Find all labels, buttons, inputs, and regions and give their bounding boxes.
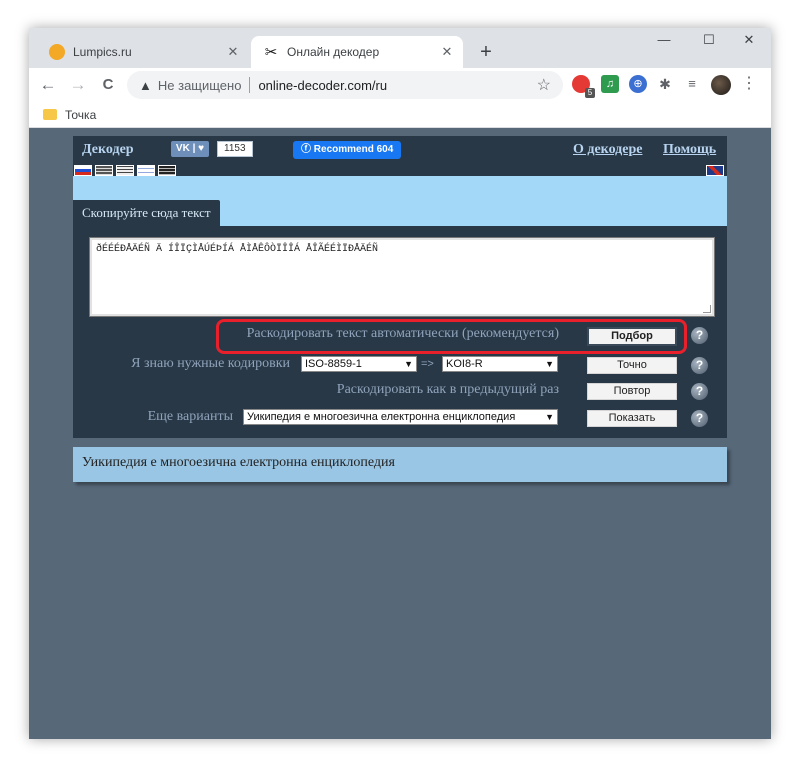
about-link[interactable]: О декодере <box>573 142 642 158</box>
help-icon[interactable]: ? <box>691 357 708 374</box>
url-text[interactable]: online-decoder.com/ru <box>258 78 387 93</box>
target-encoding-value: KOI8-R <box>446 358 483 370</box>
extension-globe-icon[interactable]: ⊕ <box>629 75 647 93</box>
variants-label: Еще варианты <box>147 409 233 424</box>
variants-row: Еще варианты Уикипедия е многоезична еле… <box>73 409 727 431</box>
flag-icon[interactable] <box>116 165 134 176</box>
security-label[interactable]: Не защищено <box>158 78 242 93</box>
folder-icon <box>43 109 57 120</box>
extension-red-icon[interactable]: 5 <box>572 75 595 98</box>
extension-green-icon[interactable]: ♫ <box>601 75 619 93</box>
new-tab-button[interactable]: + <box>475 41 497 64</box>
target-encoding-select[interactable]: KOI8-R ▼ <box>442 356 558 372</box>
flag-il-icon[interactable] <box>137 165 155 176</box>
manual-encoding-row: Я знаю нужные кодировки ISO-8859-1 ▼ => … <box>73 356 727 378</box>
help-icon[interactable]: ? <box>691 410 708 427</box>
arrow-text: => <box>421 358 434 370</box>
back-button[interactable]: ← <box>37 73 59 97</box>
close-icon[interactable]: ✕ <box>439 44 455 60</box>
tab-decoder[interactable]: ✂ Онлайн декодер ✕ <box>251 36 463 68</box>
close-icon[interactable]: ✕ <box>225 44 241 60</box>
page-content: Декодер VK | ♥ 1153 ⓕ Recommend 604 О де… <box>29 129 771 739</box>
avatar[interactable] <box>711 75 731 95</box>
repeat-button[interactable]: Повтор <box>587 383 677 400</box>
manual-encoding-label: Я знаю нужные кодировки <box>131 356 290 371</box>
variants-value: Уикипедия е многоезична електронна енцик… <box>247 411 516 423</box>
maximize-button[interactable]: ☐ <box>694 32 724 48</box>
bookmark-star-icon[interactable]: ☆ <box>537 75 551 95</box>
repeat-label: Раскодировать как в предыдущий раз <box>336 382 559 397</box>
media-icon[interactable]: ≡ <box>683 75 701 93</box>
copy-text-tab[interactable]: Скопируйте сюда текст <box>73 200 220 226</box>
facebook-recommend-label: Recommend 604 <box>313 144 394 155</box>
resize-handle-icon[interactable] <box>703 305 711 313</box>
flag-icon[interactable] <box>158 165 176 176</box>
bookmarks-bar: Точка <box>29 102 771 128</box>
forward-button[interactable]: → <box>67 73 89 97</box>
lumpics-icon <box>49 44 65 60</box>
menu-icon[interactable]: ⋮ <box>741 73 757 93</box>
variants-select[interactable]: Уикипедия е многоезична електронна енцик… <box>243 409 558 425</box>
decoder-icon: ✂ <box>264 44 278 61</box>
vk-like-count: 1153 <box>217 141 253 157</box>
tab-title: Онлайн декодер <box>287 45 380 59</box>
tab-strip: Lumpics.ru ✕ ✂ Онлайн декодер ✕ + — ☐ ✕ <box>29 28 771 68</box>
tab-lumpics[interactable]: Lumpics.ru ✕ <box>37 36 249 68</box>
flag-uk-icon[interactable] <box>706 165 724 176</box>
help-icon[interactable]: ? <box>691 327 708 344</box>
decoder-header: Декодер VK | ♥ 1153 ⓕ Recommend 604 О де… <box>73 136 727 164</box>
bookmark-tochka[interactable]: Точка <box>65 108 96 122</box>
flag-ru-icon[interactable] <box>74 165 92 176</box>
highlight-frame <box>216 319 687 354</box>
reload-button[interactable]: C <box>97 73 119 97</box>
chevron-down-icon: ▼ <box>545 412 554 422</box>
divider <box>249 77 251 93</box>
browser-window: Lumpics.ru ✕ ✂ Онлайн декодер ✕ + — ☐ ✕ … <box>29 28 771 739</box>
minimize-button[interactable]: — <box>649 32 679 47</box>
flag-icon[interactable] <box>95 165 113 176</box>
result-text: Уикипедия е многоезична електронна енцик… <box>82 455 395 470</box>
input-textarea[interactable]: ðÉÉÉÐÅÄÉÑ Ä ÍÎÏÇÌÅÚÉÞÍÁ ÅÌÅÊÔÒÏÎÎÁ ÅÎÃÉÉ… <box>89 237 715 317</box>
repeat-row: Раскодировать как в предыдущий раз Повто… <box>73 382 727 404</box>
result-box: Уикипедия е многоезична електронна енцик… <box>73 447 727 482</box>
address-bar[interactable]: ▲ Не защищено online-decoder.com/ru ☆ <box>127 71 563 99</box>
tab-title: Lumpics.ru <box>73 45 132 59</box>
source-encoding-select[interactable]: ISO-8859-1 ▼ <box>301 356 417 372</box>
extension-badge: 5 <box>585 88 595 98</box>
exact-button[interactable]: Точно <box>587 357 677 374</box>
facebook-recommend-button[interactable]: ⓕ Recommend 604 <box>293 141 402 159</box>
brand-title[interactable]: Декодер <box>82 142 134 158</box>
chevron-down-icon: ▼ <box>545 359 554 369</box>
source-encoding-value: ISO-8859-1 <box>305 358 362 370</box>
language-flags <box>73 164 727 176</box>
browser-toolbar: ← → C ▲ Не защищено online-decoder.com/r… <box>29 68 771 102</box>
decoder-panel: Декодер VK | ♥ 1153 ⓕ Recommend 604 О де… <box>73 136 727 438</box>
close-window-button[interactable]: ✕ <box>734 32 764 48</box>
puzzle-icon[interactable]: ✱ <box>656 75 674 93</box>
chevron-down-icon: ▼ <box>404 359 413 369</box>
help-icon[interactable]: ? <box>691 383 708 400</box>
vk-like-button[interactable]: VK | ♥ <box>171 141 209 157</box>
input-text: ðÉÉÉÐÅÄÉÑ Ä ÍÎÏÇÌÅÚÉÞÍÁ ÅÌÅÊÔÒÏÎÎÁ ÅÎÃÉÉ… <box>96 244 379 255</box>
show-button[interactable]: Показать <box>587 410 677 427</box>
help-link[interactable]: Помощь <box>663 142 716 158</box>
warning-icon: ▲ <box>139 77 152 93</box>
